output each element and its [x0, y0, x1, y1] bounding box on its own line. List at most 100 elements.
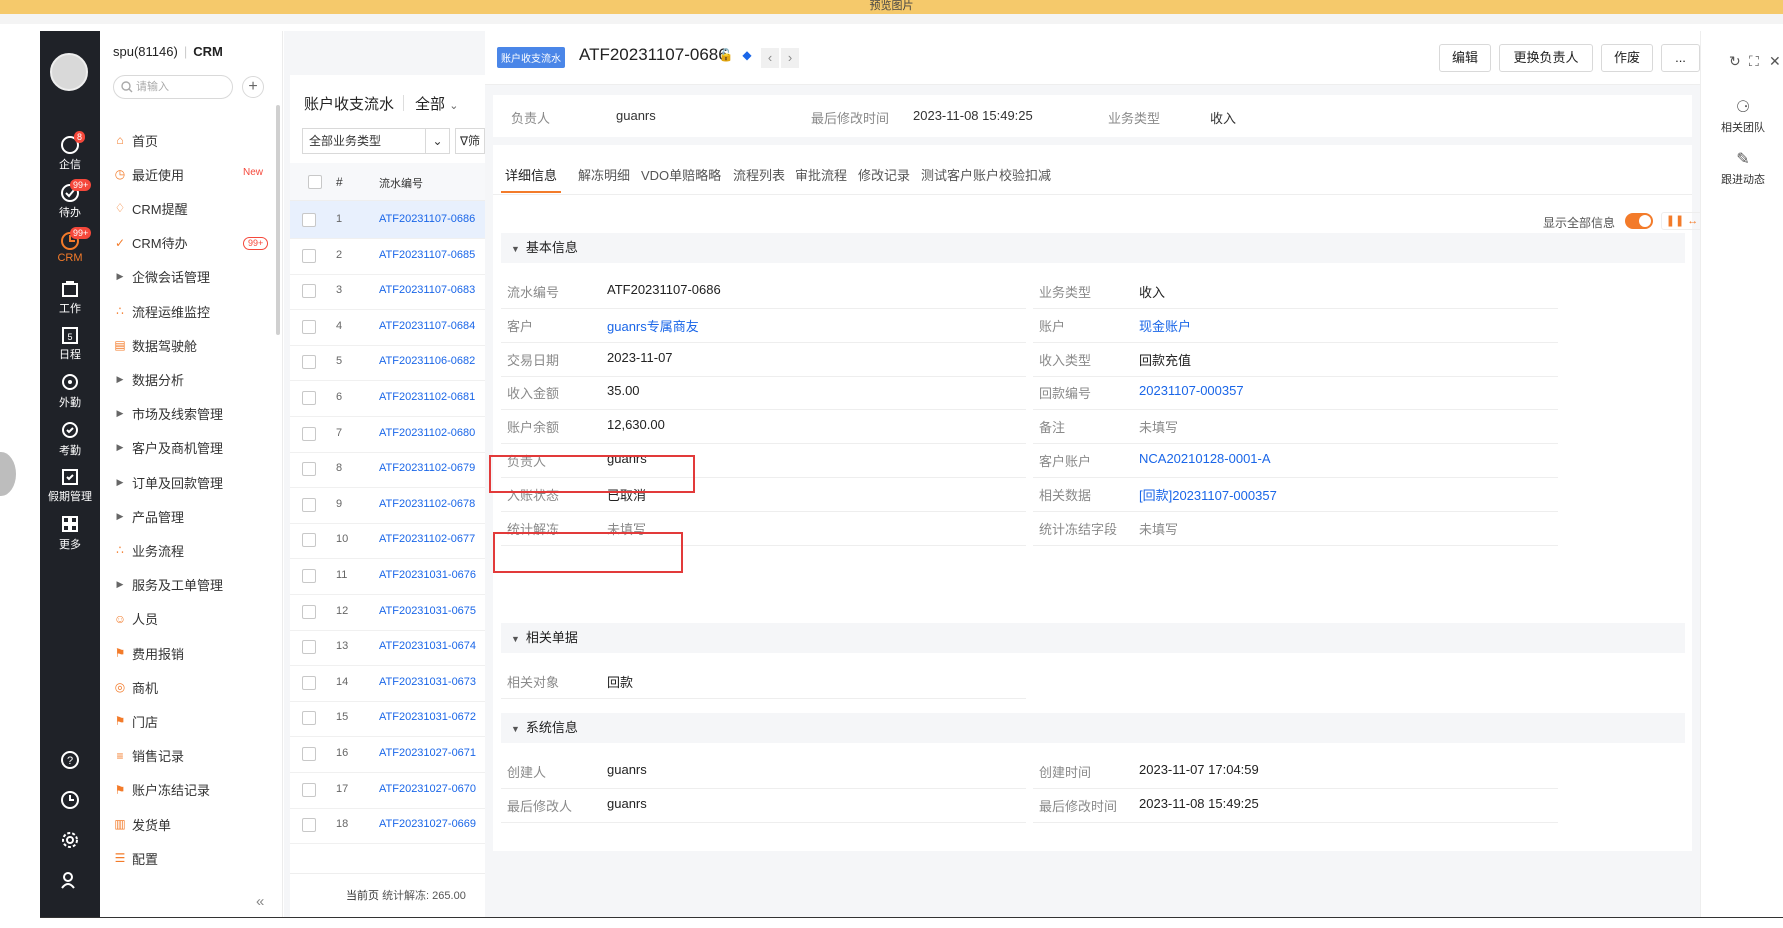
table-row[interactable]: 3 ATF20231107-0683	[290, 272, 485, 311]
row-checkbox[interactable]	[302, 569, 316, 583]
row-code[interactable]: ATF20231102-0677	[379, 533, 475, 545]
tab-approval[interactable]: 审批流程	[795, 165, 847, 184]
menu-search-input[interactable]: 请输入	[113, 75, 233, 99]
settings-icon[interactable]	[40, 830, 100, 851]
menu-item[interactable]: ☰ 配置	[113, 848, 158, 868]
rail-item-calendar[interactable]: 5 日程	[40, 325, 100, 362]
table-row[interactable]: 4 ATF20231107-0684	[290, 308, 485, 346]
table-row[interactable]: 1 ATF20231107-0686	[290, 201, 485, 239]
change-owner-button[interactable]: 更换负责人	[1499, 44, 1593, 72]
menu-item[interactable]: ⌂ 首页	[113, 130, 158, 150]
row-code[interactable]: ATF20231027-0670	[379, 783, 476, 795]
row-checkbox[interactable]	[302, 462, 316, 477]
next-record-button[interactable]: ›	[781, 48, 799, 68]
related-team-button[interactable]: ⚆ 相关团队	[1705, 97, 1781, 135]
section-related[interactable]: ▼ 相关单据	[501, 623, 1685, 653]
row-checkbox[interactable]	[302, 604, 316, 619]
row-code[interactable]: ATF20231102-0681	[379, 391, 475, 403]
table-row[interactable]: 5 ATF20231106-0682	[290, 343, 485, 382]
tab-flow-list[interactable]: 流程列表	[733, 165, 785, 184]
close-icon[interactable]: ✕	[1769, 53, 1781, 70]
row-code[interactable]: ATF20231107-0686	[379, 213, 475, 225]
row-code[interactable]: ATF20231031-0676	[379, 569, 476, 581]
row-checkbox[interactable]	[302, 248, 316, 263]
rail-item-more[interactable]: 更多	[40, 515, 100, 552]
menu-item[interactable]: ▤ 数据驾驶舱	[113, 335, 197, 355]
table-row[interactable]: 9 ATF20231102-0678	[290, 486, 485, 524]
show-all-toggle[interactable]	[1625, 213, 1653, 229]
user-settings-icon[interactable]	[40, 870, 100, 891]
row-code[interactable]: ATF20231102-0678	[379, 498, 475, 510]
table-row[interactable]: 14 ATF20231031-0673	[290, 664, 485, 702]
menu-item[interactable]: ▶ 数据分析	[113, 369, 184, 389]
tab-history[interactable]: 修改记录	[858, 165, 910, 184]
table-row[interactable]: 18 ATF20231027-0669	[290, 806, 485, 845]
row-code[interactable]: ATF20231102-0680	[379, 427, 475, 439]
menu-item[interactable]: ▶ 市场及线索管理	[113, 404, 223, 424]
table-row[interactable]: 16 ATF20231027-0671	[290, 735, 485, 773]
add-button[interactable]: +	[242, 76, 264, 98]
row-checkbox[interactable]	[302, 319, 316, 334]
menu-item[interactable]: ▶ 服务及工单管理	[113, 575, 223, 595]
void-button[interactable]: 作废	[1601, 44, 1653, 72]
menu-item[interactable]: ▶ 订单及回款管理	[113, 472, 223, 492]
history-icon[interactable]	[40, 790, 100, 811]
row-checkbox[interactable]	[302, 711, 316, 726]
row-checkbox[interactable]	[302, 818, 316, 833]
follow-up-button[interactable]: ✎ 跟进动态	[1705, 149, 1781, 187]
row-checkbox[interactable]	[302, 533, 316, 548]
menu-item[interactable]: ◎ 商机	[113, 677, 158, 697]
field-value[interactable]: 20231107-000357	[1139, 383, 1244, 398]
menu-item[interactable]: ≡ 销售记录	[113, 746, 184, 766]
row-code[interactable]: ATF20231107-0684	[379, 320, 475, 332]
menu-item[interactable]: ⚑ 费用报销	[113, 643, 184, 663]
menu-item[interactable]: ▶ 企微会话管理	[113, 267, 210, 287]
row-checkbox[interactable]	[302, 355, 316, 370]
table-row[interactable]: 12 ATF20231031-0675	[290, 593, 485, 631]
row-checkbox[interactable]	[302, 426, 316, 441]
table-row[interactable]: 7 ATF20231102-0680	[290, 415, 485, 453]
menu-item[interactable]: ⚑ 账户冻结记录	[113, 780, 210, 800]
rail-item-leave[interactable]: 假期管理	[40, 467, 100, 504]
row-code[interactable]: ATF20231031-0674	[379, 640, 476, 652]
rail-item-field[interactable]: 外勤	[40, 373, 100, 410]
more-button[interactable]: ...	[1661, 44, 1700, 72]
tab-vdo[interactable]: VDO单赔略略	[641, 165, 721, 184]
row-checkbox[interactable]	[302, 782, 316, 797]
menu-item[interactable]: ☺ 人员	[113, 609, 158, 629]
rail-item-crm[interactable]: 99+ CRM	[40, 227, 100, 264]
row-code[interactable]: ATF20231107-0683	[379, 284, 475, 296]
row-code[interactable]: ATF20231027-0669	[379, 818, 476, 830]
fullscreen-icon[interactable]: ⛶	[1749, 53, 1759, 70]
field-value[interactable]: NCA20210128-0001-A	[1139, 451, 1271, 466]
tab-test-deduct[interactable]: 测试客户账户校验扣减	[921, 165, 1051, 184]
prev-record-button[interactable]: ‹	[761, 48, 779, 68]
help-icon[interactable]: ?	[40, 750, 100, 771]
row-code[interactable]: ATF20231031-0673	[379, 676, 476, 688]
menu-item[interactable]: ⚑ 门店	[113, 711, 158, 731]
row-code[interactable]: ATF20231102-0679	[379, 462, 475, 474]
column-layout-button[interactable]: ❚❚ ↔	[1661, 212, 1703, 230]
table-row[interactable]: 10 ATF20231102-0677	[290, 521, 485, 560]
field-value[interactable]: 现金账户	[1139, 316, 1191, 335]
menu-item[interactable]: ◷ 最近使用	[113, 164, 184, 184]
avatar[interactable]	[50, 53, 88, 91]
section-system[interactable]: ▼ 系统信息	[501, 713, 1685, 743]
tag-icon[interactable]: ◆	[738, 48, 756, 66]
table-row[interactable]: 17 ATF20231027-0670	[290, 771, 485, 809]
tab-unfreeze[interactable]: 解冻明细	[578, 165, 630, 184]
table-row[interactable]: 6 ATF20231102-0681	[290, 379, 485, 417]
row-checkbox[interactable]	[302, 497, 316, 512]
row-checkbox[interactable]	[302, 391, 316, 405]
section-basic[interactable]: ▼ 基本信息	[501, 233, 1685, 263]
row-code[interactable]: ATF20231031-0675	[379, 605, 476, 617]
row-code[interactable]: ATF20231031-0672	[379, 711, 476, 723]
row-code[interactable]: ATF20231107-0685	[379, 249, 475, 261]
table-row[interactable]: 11 ATF20231031-0676	[290, 557, 485, 595]
menu-item[interactable]: ▥ 发货单	[113, 814, 171, 834]
refresh-icon[interactable]: ↻	[1729, 53, 1741, 70]
table-row[interactable]: 2 ATF20231107-0685	[290, 237, 485, 275]
menu-item[interactable]: ∴ 业务流程	[113, 540, 184, 560]
rail-item-qixin[interactable]: 8 企信	[40, 131, 100, 172]
row-checkbox[interactable]	[302, 640, 316, 655]
